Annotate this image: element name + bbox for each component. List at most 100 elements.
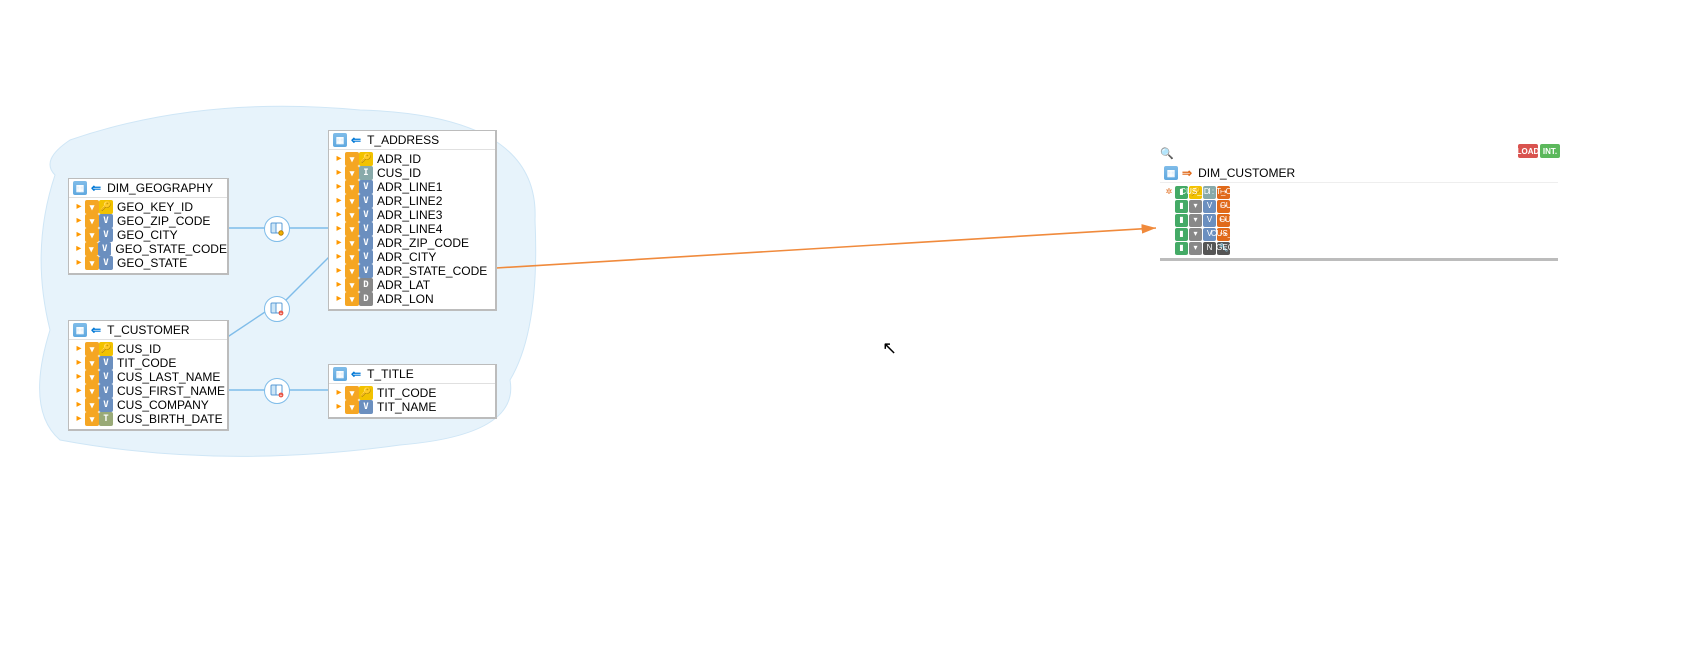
filter-icon: ▾ bbox=[85, 342, 99, 356]
int-badge[interactable]: INT. bbox=[1540, 144, 1560, 158]
entity-title: T_CUSTOMER bbox=[107, 323, 189, 337]
type-icon: V bbox=[359, 236, 373, 250]
filter-icon: ▾ bbox=[345, 194, 359, 208]
arrow-out-icon: ⇒ bbox=[1182, 166, 1192, 180]
filter-icon: ▾ bbox=[85, 200, 99, 214]
column-row[interactable]: ▸▾TCUS_BIRTH_DATE bbox=[73, 412, 227, 426]
filter-icon: ▾ bbox=[345, 292, 359, 306]
table-icon: ▦ bbox=[333, 367, 347, 381]
filter-icon: ▾ bbox=[85, 412, 99, 426]
key-icon: 🔑 bbox=[99, 200, 113, 214]
column-row[interactable]: ▸▾VADR_LINE3 bbox=[333, 208, 495, 222]
filter-icon: ▾ bbox=[85, 384, 99, 398]
column-row[interactable]: ▸▾🔑TIT_CODE bbox=[333, 386, 495, 400]
type-icon: V bbox=[1203, 200, 1216, 213]
key-icon: 🔑 bbox=[359, 386, 373, 400]
arrow-in-icon: ⇐ bbox=[351, 133, 361, 147]
arrow-in-icon: ⇐ bbox=[91, 181, 101, 195]
entity-title: T_ADDRESS bbox=[367, 133, 439, 147]
type-icon: I bbox=[359, 166, 373, 180]
type-icon: V bbox=[359, 400, 373, 414]
type-icon: V bbox=[359, 222, 373, 236]
column-row[interactable]: ▸▾VTIT_NAME bbox=[333, 400, 495, 414]
type-icon: V bbox=[1203, 214, 1216, 227]
filter-icon: ▾ bbox=[345, 386, 359, 400]
type-icon: D bbox=[359, 292, 373, 306]
type-icon: V bbox=[359, 208, 373, 222]
filter-icon: ▾ bbox=[85, 214, 99, 228]
diagram-canvas[interactable] bbox=[0, 0, 1684, 662]
type-icon: D bbox=[359, 278, 373, 292]
filter-icon: ▾ bbox=[1189, 242, 1202, 255]
column-row[interactable]: ▸▾DADR_LON bbox=[333, 292, 495, 306]
column-row[interactable]: ▸▾VADR_ZIP_CODE bbox=[333, 236, 495, 250]
column-row[interactable]: ▸▾VADR_LINE4 bbox=[333, 222, 495, 236]
column-row[interactable]: ▸▾VADR_LINE2 bbox=[333, 194, 495, 208]
type-icon: N bbox=[1203, 242, 1216, 255]
join-node-plus-icon[interactable]: + bbox=[264, 378, 290, 404]
column-row[interactable]: ▸▾ICUS_ID bbox=[333, 166, 495, 180]
column-row[interactable]: ▸▾DADR_LAT bbox=[333, 278, 495, 292]
column-row[interactable]: ▸▾VTIT_CODE bbox=[73, 356, 227, 370]
load-badge[interactable]: LOAD bbox=[1518, 144, 1538, 158]
column-row[interactable]: ▸▾VGEO_STATE_CODE bbox=[73, 242, 227, 256]
column-row[interactable]: ▸▾VCUS_LAST_NAME bbox=[73, 370, 227, 384]
type-icon: V bbox=[99, 398, 113, 412]
column-row[interactable]: ▸▾VCUS_FIRST_NAME bbox=[73, 384, 227, 398]
column-row[interactable]: ▸▾🔑CUS_ID bbox=[73, 342, 227, 356]
table-icon: ▦ bbox=[1164, 166, 1178, 180]
entity-t-customer[interactable]: ▦ ⇐ T_CUSTOMER ▸▾🔑CUS_ID ▸▾VTIT_CODE ▸▾V… bbox=[68, 320, 229, 431]
type-icon: V bbox=[98, 242, 111, 256]
column-row[interactable]: ▸▾VGEO_STATE bbox=[73, 256, 227, 270]
filter-icon: ▾ bbox=[85, 228, 99, 242]
filter-icon: ▾ bbox=[1189, 214, 1202, 227]
entity-t-title[interactable]: ▦ ⇐ T_TITLE ▸▾🔑TIT_CODE ▸▾VTIT_NAME bbox=[328, 364, 497, 419]
column-row[interactable]: ▮ ▾ N 🔧 GEO_KEY_ID bbox=[1164, 241, 1558, 255]
column-row[interactable]: ▸▾🔑GEO_KEY_ID bbox=[73, 200, 227, 214]
search-icon: 🔍 bbox=[1160, 147, 1174, 160]
filter-icon: ▾ bbox=[345, 236, 359, 250]
arrow-in-icon: ⇐ bbox=[91, 323, 101, 337]
filter-icon: ▾ bbox=[345, 264, 359, 278]
filter-icon: ▾ bbox=[1189, 228, 1202, 241]
filter-icon: ▾ bbox=[345, 180, 359, 194]
type-icon: T bbox=[99, 412, 113, 426]
column-row[interactable]: ▸▾VGEO_CITY bbox=[73, 228, 227, 242]
filter-icon: ▾ bbox=[345, 222, 359, 236]
column-row[interactable]: ▸▾VADR_LINE1 bbox=[333, 180, 495, 194]
entity-title: DIM_CUSTOMER bbox=[1198, 166, 1295, 180]
type-icon: V bbox=[359, 250, 373, 264]
column-row[interactable]: ▮ ▾ V ↦ CUS_COMPANY bbox=[1164, 227, 1558, 241]
svg-text:+: + bbox=[280, 393, 283, 398]
column-list: ▸▾🔑GEO_KEY_ID ▸▾VGEO_ZIP_CODE ▸▾VGEO_CIT… bbox=[69, 198, 227, 273]
join-node-key-icon[interactable] bbox=[264, 216, 290, 242]
column-row[interactable]: ▮ ▾ V ↦ CUS_TITLE bbox=[1164, 199, 1558, 213]
type-icon: V bbox=[99, 214, 113, 228]
filter-icon: ▾ bbox=[85, 398, 99, 412]
column-row[interactable]: ▮ ▾ V ↦ CUS_NAME bbox=[1164, 213, 1558, 227]
type-icon: V bbox=[99, 228, 113, 242]
column-row[interactable]: ▸▾VCUS_COMPANY bbox=[73, 398, 227, 412]
search-button[interactable]: 🔍 bbox=[1158, 144, 1176, 162]
table-icon: ▦ bbox=[73, 323, 87, 337]
join-node-plus-icon[interactable]: + bbox=[264, 296, 290, 322]
svg-text:+: + bbox=[280, 311, 283, 316]
stage-icon: ▮ bbox=[1175, 214, 1188, 227]
entity-title: T_TITLE bbox=[367, 367, 414, 381]
column-row[interactable]: ▸▾VADR_CITY bbox=[333, 250, 495, 264]
key-icon: 🔑 bbox=[99, 342, 113, 356]
column-row[interactable]: ▸▾VADR_STATE_CODE bbox=[333, 264, 495, 278]
entity-title: DIM_GEOGRAPHY bbox=[107, 181, 213, 195]
filter-icon: ▾ bbox=[85, 256, 99, 270]
filter-icon: ▾ bbox=[345, 166, 359, 180]
column-row[interactable]: ▸▾VGEO_ZIP_CODE bbox=[73, 214, 227, 228]
column-row[interactable]: ✲ ▮ 🔑 I ↦ CUS_ID : T_CUSTOMER.CUS_ID bbox=[1164, 185, 1558, 199]
entity-t-address[interactable]: ▦ ⇐ T_ADDRESS ▸▾🔑ADR_ID ▸▾ICUS_ID ▸▾VADR… bbox=[328, 130, 497, 311]
filter-icon: ▾ bbox=[85, 370, 99, 384]
key-mark-icon: ✲ bbox=[1164, 186, 1174, 199]
column-row[interactable]: ▸▾🔑ADR_ID bbox=[333, 152, 495, 166]
arrow-in-icon: ⇐ bbox=[351, 367, 361, 381]
entity-dim-geography[interactable]: ▦ ⇐ DIM_GEOGRAPHY ▸▾🔑GEO_KEY_ID ▸▾VGEO_Z… bbox=[68, 178, 229, 275]
type-icon: V bbox=[99, 256, 113, 270]
entity-dim-customer[interactable]: ▦ ⇒ DIM_CUSTOMER ✲ ▮ 🔑 I ↦ CUS_ID : T_CU… bbox=[1160, 164, 1558, 261]
